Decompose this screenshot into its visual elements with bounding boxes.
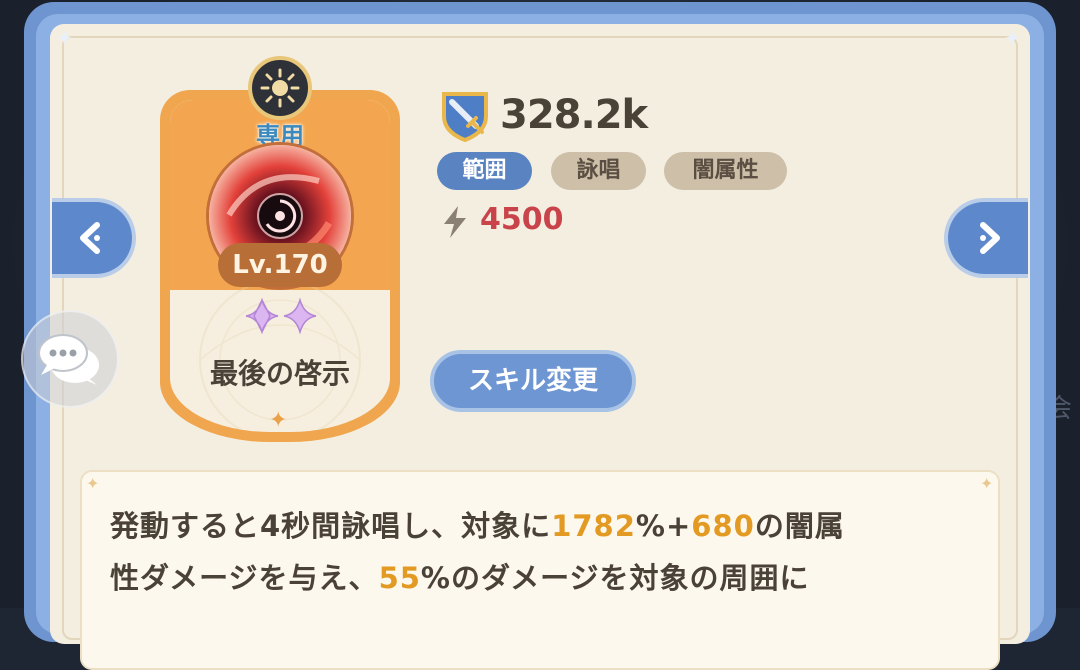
skill-card[interactable]: 専用 Lv.170 最後の啓示 ✦ — [160, 56, 400, 442]
corner-star-icon: ✦ — [56, 26, 73, 50]
tag-dark-element: 闇属性 — [664, 152, 787, 190]
shield-sword-icon — [442, 92, 488, 142]
skill-name: 最後の啓示 — [209, 357, 350, 390]
next-skill-button[interactable] — [944, 198, 1028, 278]
description-line-2: 性ダメージを与え、55%のダメージを対象の周囲に — [110, 561, 810, 595]
sparkle-icon: ✦ — [980, 474, 994, 493]
lightning-icon — [444, 206, 466, 238]
sparkle-icon: ✦ — [269, 408, 288, 433]
tag-cast: 詠唱 — [551, 152, 646, 190]
diamond-icon — [283, 298, 317, 334]
chat-button[interactable] — [21, 310, 119, 408]
chat-bubble-icon — [38, 334, 99, 385]
change-skill-button[interactable]: スキル変更 — [430, 350, 636, 412]
rank-diamonds — [245, 298, 317, 334]
chevron-left-icon — [80, 222, 100, 254]
energy-cost: 4500 — [480, 202, 564, 237]
tag-range: 範囲 — [437, 152, 532, 190]
power-value: 328.2k — [500, 92, 648, 138]
skill-level-badge: Lv.170 — [218, 243, 342, 287]
sparkle-icon: ✦ — [86, 474, 100, 493]
chevron-right-icon — [980, 222, 1000, 254]
description-line-1: 発動すると4秒間詠唱し、対象に1782%+680の闇属 — [110, 509, 845, 543]
sun-icon — [248, 56, 312, 120]
corner-star-icon: ✦ — [1004, 26, 1021, 50]
diamond-icon — [245, 298, 279, 334]
previous-skill-button[interactable] — [52, 198, 136, 278]
skill-description: 発動すると4秒間詠唱し、対象に1782%+680の闇属 性ダメージを与え、55%… — [110, 500, 970, 604]
